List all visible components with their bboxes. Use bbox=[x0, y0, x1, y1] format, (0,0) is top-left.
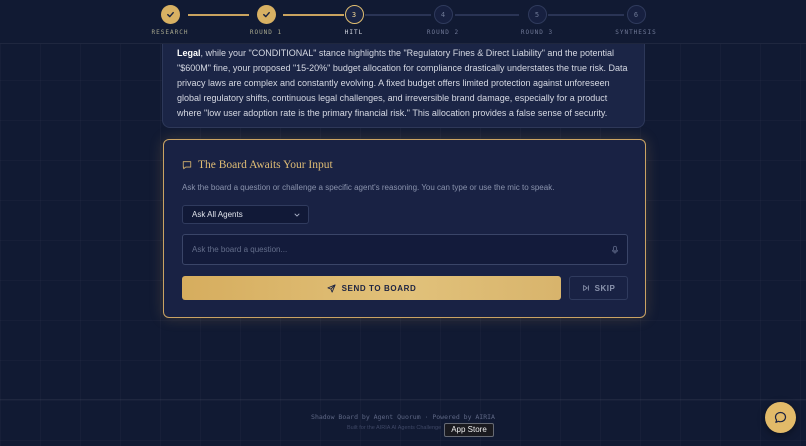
step-round-1: ROUND 1 bbox=[226, 5, 306, 36]
step-number: 5 bbox=[527, 5, 547, 24]
step-number: 6 bbox=[626, 5, 646, 24]
step-label: ROUND 3 bbox=[520, 29, 554, 36]
mic-icon[interactable] bbox=[610, 245, 620, 255]
step-synthesis: 6 SYNTHESIS bbox=[596, 5, 676, 36]
skip-button[interactable]: SKIP bbox=[569, 276, 628, 300]
question-input[interactable] bbox=[192, 245, 592, 254]
step-label: RESEARCH bbox=[151, 29, 189, 36]
agent-message-text: Legal, while your "CONDITIONAL" stance h… bbox=[177, 46, 630, 121]
send-to-board-button[interactable]: SEND TO BOARD bbox=[182, 276, 561, 300]
send-button-label: SEND TO BOARD bbox=[341, 283, 417, 293]
send-icon bbox=[327, 283, 336, 293]
agent-select-value: Ask All Agents bbox=[192, 210, 243, 219]
footer-divider bbox=[0, 399, 806, 400]
check-icon bbox=[166, 11, 174, 18]
skip-forward-icon bbox=[582, 285, 589, 291]
progress-stepper: RESEARCH ROUND 1 3 HITL 4 ROUND 2 5 ROUN… bbox=[0, 0, 806, 44]
step-label: ROUND 1 bbox=[249, 29, 283, 36]
agent-name: Legal bbox=[177, 48, 201, 58]
step-label: HITL bbox=[344, 29, 364, 36]
step-label: SYNTHESIS bbox=[615, 29, 657, 36]
step-label: ROUND 2 bbox=[426, 29, 460, 36]
board-input-panel: The Board Awaits Your Input Ask the boar… bbox=[163, 139, 646, 318]
step-round-2: 4 ROUND 2 bbox=[403, 5, 483, 36]
board-subtitle: Ask the board a question or challenge a … bbox=[182, 183, 555, 192]
chat-bubble-icon bbox=[182, 161, 192, 170]
chevron-down-icon bbox=[294, 213, 300, 217]
step-circle bbox=[160, 5, 180, 24]
agent-message-card: Legal, while your "CONDITIONAL" stance h… bbox=[162, 36, 645, 128]
board-title-text: The Board Awaits Your Input bbox=[198, 159, 333, 171]
chat-fab-button[interactable] bbox=[765, 402, 796, 433]
question-field bbox=[182, 234, 628, 265]
step-research: RESEARCH bbox=[130, 5, 210, 36]
step-number: 4 bbox=[433, 5, 453, 24]
step-number: 3 bbox=[344, 5, 364, 24]
chat-bubble-icon bbox=[774, 411, 787, 423]
skip-button-label: SKIP bbox=[594, 283, 616, 293]
step-circle bbox=[256, 5, 276, 24]
footer-credit: Shadow Board by Agent Quorum · Powered b… bbox=[311, 413, 495, 421]
step-hitl: 3 HITL bbox=[314, 5, 394, 36]
agent-message-body: , while your "CONDITIONAL" stance highli… bbox=[177, 48, 628, 118]
check-icon bbox=[262, 11, 270, 18]
agent-select[interactable]: Ask All Agents bbox=[182, 205, 309, 224]
step-round-3: 5 ROUND 3 bbox=[497, 5, 577, 36]
app-store-tooltip: App Store bbox=[444, 423, 494, 437]
footer-subtext: Built for the AIRIA AI Agents Challenge bbox=[347, 425, 442, 431]
board-title: The Board Awaits Your Input bbox=[182, 159, 333, 171]
